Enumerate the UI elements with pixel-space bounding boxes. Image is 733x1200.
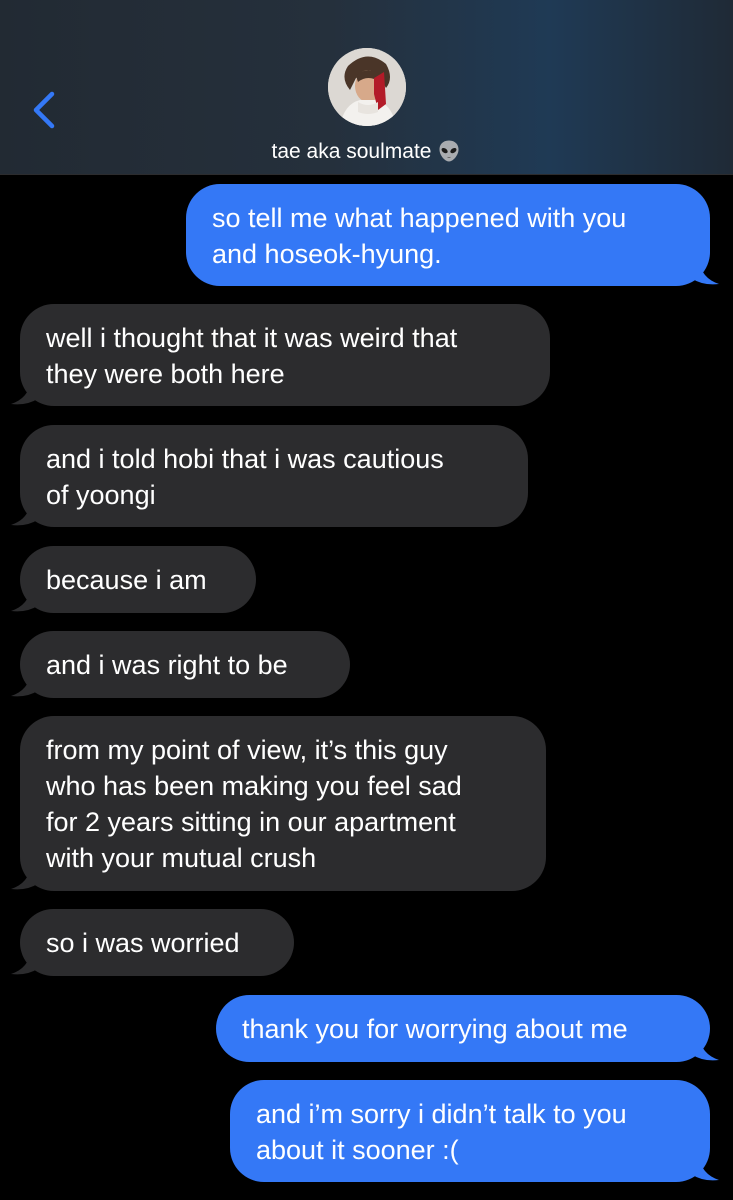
message-bubble-outgoing[interactable]: so tell me what happened with you and ho… <box>186 184 719 286</box>
bubble-tail <box>689 1036 719 1061</box>
message-text: and i’m sorry i didn’t talk to you about… <box>256 1099 627 1165</box>
alien-emoji-icon <box>437 139 461 163</box>
avatar-photo <box>328 48 406 126</box>
message-bubble-incoming[interactable]: and i was right to be <box>11 631 350 698</box>
message-bubble-incoming[interactable]: and i told hobi that i was cautious of y… <box>11 425 528 527</box>
contact-name[interactable]: tae aka soulmate <box>0 139 733 164</box>
message-text: and i was right to be <box>46 650 288 680</box>
message-bubble-incoming[interactable]: from my point of view, it’s this guy who… <box>11 716 546 891</box>
back-button[interactable] <box>26 88 66 132</box>
message-text: so i was worried <box>46 928 240 958</box>
message-text: well i thought that it was weird that th… <box>46 323 458 389</box>
message-bubble-incoming[interactable]: so i was worried <box>11 909 294 976</box>
message-bubble-outgoing[interactable]: and i’m sorry i didn’t talk to you about… <box>230 1080 719 1182</box>
message-text: thank you for worrying about me <box>242 1014 628 1044</box>
bubble-tail <box>11 380 41 405</box>
contact-avatar[interactable] <box>328 48 406 126</box>
message-text: and i told hobi that i was cautious of y… <box>46 444 444 510</box>
chevron-left-icon <box>33 91 55 129</box>
bubble-tail <box>689 1156 719 1181</box>
contact-name-text: tae aka soulmate <box>271 140 432 163</box>
bubble-tail <box>11 501 41 526</box>
message-bubble-incoming[interactable]: because i am <box>11 546 256 613</box>
conversation-header: tae aka soulmate <box>0 0 733 175</box>
bubble-tail <box>11 865 41 890</box>
message-bubble-outgoing[interactable]: thank you for worrying about me <box>216 995 719 1062</box>
message-text: so tell me what happened with you and ho… <box>212 203 627 269</box>
bubble-tail <box>11 587 41 612</box>
bubble-tail <box>11 672 41 697</box>
bubble-tail <box>11 950 41 975</box>
message-text: because i am <box>46 565 207 595</box>
message-text: from my point of view, it’s this guy who… <box>46 735 462 873</box>
bubble-tail <box>689 260 719 285</box>
message-bubble-incoming[interactable]: well i thought that it was weird that th… <box>11 304 550 406</box>
